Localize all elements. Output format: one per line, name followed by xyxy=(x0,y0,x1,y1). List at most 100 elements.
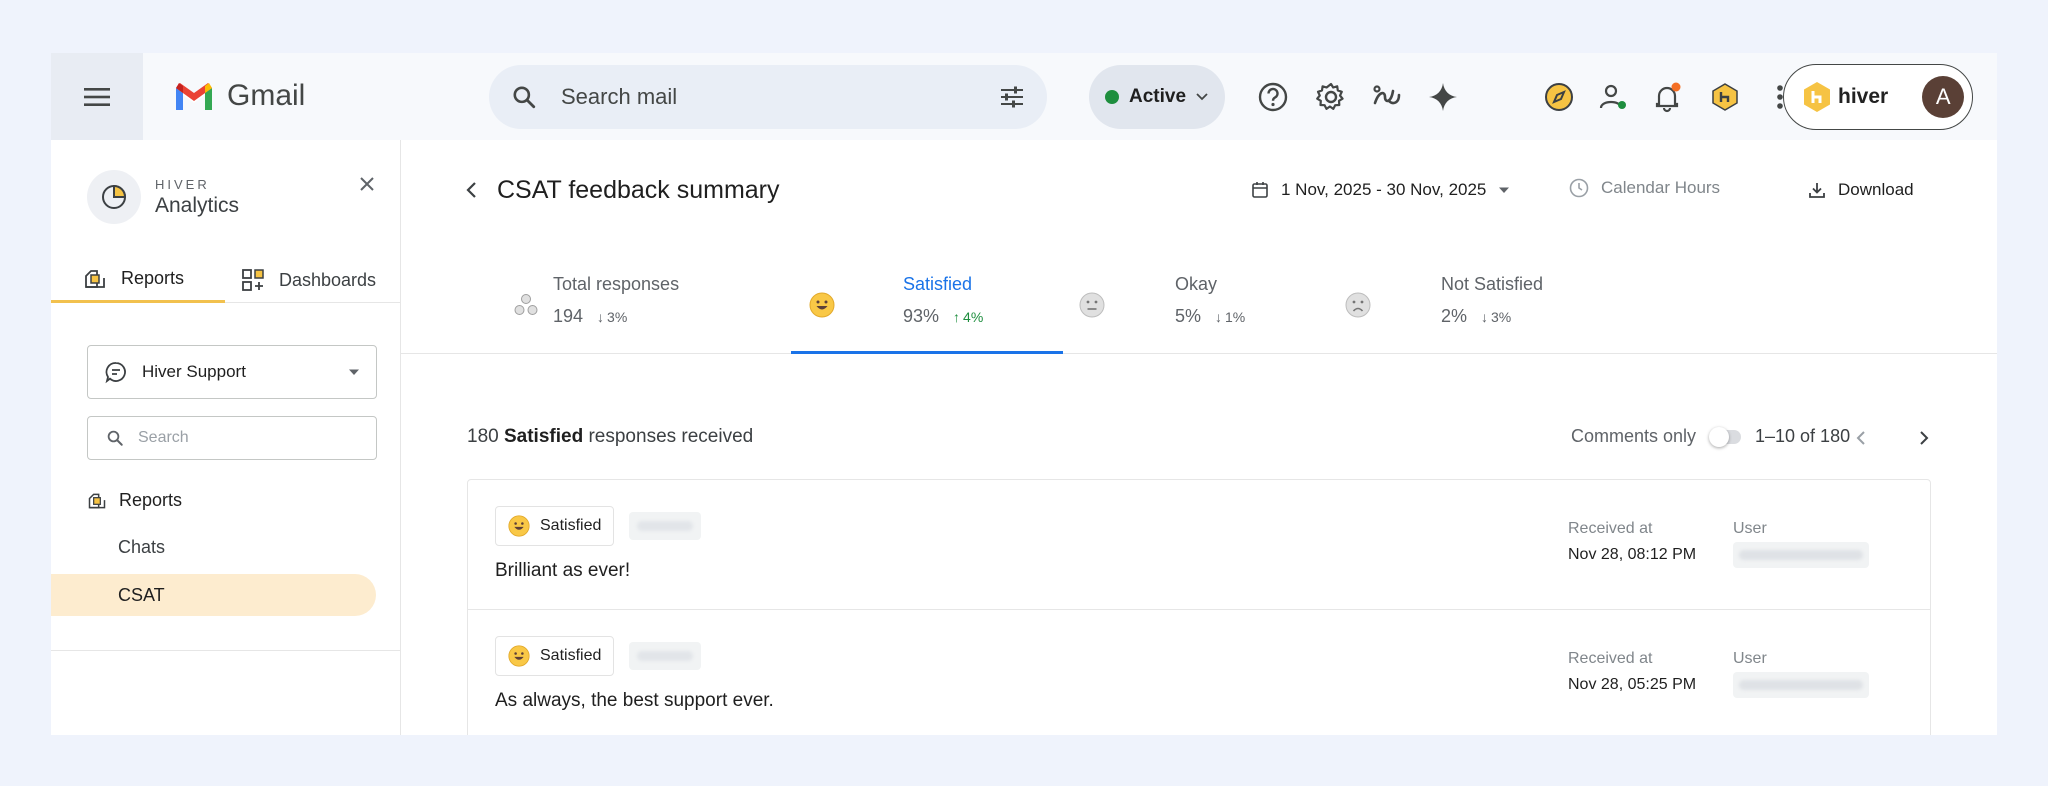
search-icon[interactable] xyxy=(511,84,537,110)
redacted-user xyxy=(1733,542,1869,568)
satisfied-face-icon xyxy=(508,645,530,667)
sidebar-search-input[interactable]: Search xyxy=(87,416,377,460)
chat-bubble-icon xyxy=(105,362,126,384)
arrow-down-icon: ↓ xyxy=(1481,308,1489,325)
received-at-label: Received at xyxy=(1568,650,1653,667)
main-content: CSAT feedback summary 1 Nov, 2025 - 30 N… xyxy=(401,140,1997,735)
prev-page-button[interactable] xyxy=(1849,426,1873,450)
comments-only-toggle[interactable] xyxy=(1709,427,1741,447)
search-bar[interactable]: Search mail xyxy=(489,65,1047,129)
stat-total-responses[interactable]: Total responses 194 ↓ 3% xyxy=(401,240,693,354)
stat-delta-value: 4% xyxy=(963,308,984,325)
comments-only-label: Comments only xyxy=(1571,426,1697,446)
compass-icon[interactable] xyxy=(1541,79,1577,115)
search-options-icon[interactable] xyxy=(999,85,1025,109)
stat-delta: ↑ 4% xyxy=(953,309,983,325)
calendar-hours-toggle[interactable]: Calendar Hours xyxy=(1569,178,1720,198)
close-icon[interactable] xyxy=(357,174,377,194)
settings-icon[interactable] xyxy=(1313,79,1349,115)
avatar[interactable]: A xyxy=(1922,76,1965,118)
stat-value-row: 93% ↑ 4% xyxy=(903,306,983,327)
analytics-sidebar: HIVER Analytics Reports Dashboards Hiver… xyxy=(51,140,401,735)
neutral-face-icon xyxy=(1079,292,1105,318)
hiver-analytics-brand: HIVER Analytics xyxy=(87,170,239,224)
reports-icon xyxy=(85,269,105,288)
next-page-button[interactable] xyxy=(1912,426,1936,450)
redacted-name xyxy=(629,512,701,540)
app-frame: Gmail Search mail Active hiver A HIVER A… xyxy=(51,53,1997,735)
pagination-range: 1–10 of 180 xyxy=(1755,426,1851,446)
stat-delta: ↓ 1% xyxy=(1215,309,1245,325)
stat-satisfied[interactable]: Satisfied 93% ↑ 4% xyxy=(791,240,1063,354)
response-comment: Brilliant as ever! xyxy=(495,560,631,581)
received-at-label: Received at xyxy=(1568,520,1653,537)
status-dropdown[interactable]: Active xyxy=(1089,65,1225,129)
help-icon[interactable] xyxy=(1255,79,1291,115)
responses-type: Satisfied xyxy=(503,426,584,447)
group-faces-icon xyxy=(514,294,538,315)
responses-summary: 180 Satisfied responses received xyxy=(467,426,753,448)
contacts-icon[interactable] xyxy=(1595,79,1631,115)
caret-down-icon xyxy=(349,369,359,375)
redacted-name xyxy=(629,642,701,670)
search-icon xyxy=(107,430,123,446)
stat-value: 2% xyxy=(1441,306,1468,326)
stat-delta-value: 3% xyxy=(607,308,628,325)
rating-chip: Satisfied xyxy=(495,506,615,546)
stat-delta: ↓ 3% xyxy=(1481,309,1511,325)
stat-delta-value: 3% xyxy=(1491,308,1512,325)
date-range-picker[interactable]: 1 Nov, 2025 - 30 Nov, 2025 xyxy=(1251,180,1510,200)
reports-section-heading: Reports xyxy=(87,490,182,511)
stat-value: 5% xyxy=(1175,306,1202,326)
response-comment: As always, the best support ever. xyxy=(495,690,774,711)
stat-not-satisfied[interactable]: Not Satisfied 2% ↓ 3% xyxy=(1327,240,1597,354)
toggle-knob xyxy=(1709,427,1729,447)
brand-name: Analytics xyxy=(155,193,240,217)
stat-name: Total responses xyxy=(553,274,680,294)
redacted-user xyxy=(1733,672,1869,698)
stat-value-row: 194 ↓ 3% xyxy=(553,306,627,327)
arrow-down-icon: ↓ xyxy=(597,308,605,325)
list-item[interactable]: Satisfied As always, the best support ev… xyxy=(468,609,1930,735)
status-dot xyxy=(1105,90,1119,104)
stat-value: 93% xyxy=(903,306,940,326)
sidebar-item-chats[interactable]: Chats xyxy=(51,526,376,568)
hamburger-icon xyxy=(84,87,110,106)
stat-value-row: 5% ↓ 1% xyxy=(1175,306,1245,327)
unhappy-face-icon xyxy=(1345,292,1371,318)
dashboards-icon xyxy=(242,269,264,291)
user-label: User xyxy=(1733,520,1767,537)
sidebar-item-csat[interactable]: CSAT xyxy=(51,574,376,616)
hiver-brand: hiver xyxy=(1794,77,1897,117)
chevron-down-icon xyxy=(1196,93,1208,101)
account-chip[interactable]: hiver A xyxy=(1783,64,1973,130)
date-range-label: 1 Nov, 2025 - 30 Nov, 2025 xyxy=(1281,180,1487,199)
chevron-right-icon xyxy=(1920,431,1929,445)
search-input[interactable]: Search mail xyxy=(561,84,999,110)
satisfied-face-icon xyxy=(809,292,835,318)
rating-label: Satisfied xyxy=(540,517,602,534)
active-tab-indicator xyxy=(791,351,1063,354)
stat-name: Satisfied xyxy=(903,274,973,294)
main-menu-button[interactable] xyxy=(51,53,143,140)
sidebar-tabs: Reports Dashboards xyxy=(51,257,401,303)
ai-spark-icon[interactable] xyxy=(1369,79,1405,115)
arrow-up-icon: ↑ xyxy=(953,308,961,325)
tab-reports[interactable]: Reports xyxy=(51,257,225,303)
stat-delta: ↓ 3% xyxy=(597,309,627,325)
tab-dashboards[interactable]: Dashboards xyxy=(241,257,376,303)
notifications-icon[interactable] xyxy=(1649,79,1685,115)
user-label: User xyxy=(1733,650,1767,667)
gmail-logo[interactable]: Gmail xyxy=(173,79,305,113)
responses-count: 180 xyxy=(467,426,499,447)
download-button[interactable]: Download xyxy=(1808,180,1914,200)
stat-okay[interactable]: Okay 5% ↓ 1% xyxy=(1063,240,1327,354)
inbox-selector[interactable]: Hiver Support xyxy=(87,345,377,399)
inbox-selector-label: Hiver Support xyxy=(142,362,246,381)
hiver-extension-icon[interactable] xyxy=(1707,79,1743,115)
list-item[interactable]: Satisfied Brilliant as ever! Received at… xyxy=(468,480,1930,609)
back-arrow-icon[interactable] xyxy=(465,180,479,200)
rating-label: Satisfied xyxy=(540,647,602,664)
caret-down-icon xyxy=(1499,187,1510,193)
gemini-icon[interactable] xyxy=(1425,79,1461,115)
